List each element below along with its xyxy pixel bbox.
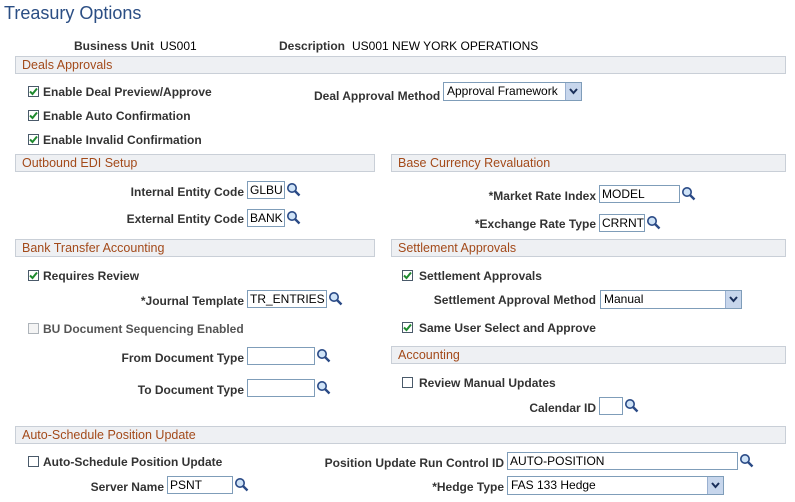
settlement-approval-method-value: Manual <box>604 292 644 306</box>
calendar-id-label: Calendar ID <box>529 401 596 415</box>
chevron-down-icon <box>565 83 581 100</box>
exchange-rate-type-label: *Exchange Rate Type <box>474 217 596 231</box>
auto-schedule-position-checkbox[interactable] <box>28 456 39 467</box>
to-document-type-label: To Document Type <box>137 383 244 397</box>
lookup-search-icon[interactable] <box>316 380 331 395</box>
lookup-search-icon[interactable] <box>646 215 661 230</box>
section-auto-schedule-position: Auto-Schedule Position Update <box>15 426 786 444</box>
same-user-select-approve-label: Same User Select and Approve <box>419 321 596 335</box>
checkmark-icon <box>29 87 38 96</box>
description-value: US001 NEW YORK OPERATIONS <box>352 39 539 53</box>
checkmark-icon <box>29 111 38 120</box>
enable-invalid-confirmation-checkbox[interactable] <box>28 134 39 145</box>
to-document-type-input[interactable] <box>247 379 315 397</box>
lookup-search-icon[interactable] <box>286 210 301 225</box>
lookup-search-icon[interactable] <box>234 477 249 492</box>
section-bank-transfer-accounting: Bank Transfer Accounting <box>15 239 375 257</box>
settlement-approvals-label: Settlement Approvals <box>419 269 542 283</box>
requires-review-checkbox[interactable] <box>28 270 39 281</box>
lookup-search-icon[interactable] <box>739 453 754 468</box>
hedge-type-value: FAS 133 Hedge <box>511 478 596 492</box>
external-entity-code-label: External Entity Code <box>126 212 244 226</box>
journal-template-input[interactable]: TR_ENTRIES <box>247 290 327 308</box>
checkmark-icon <box>403 271 412 280</box>
auto-schedule-position-label: Auto-Schedule Position Update <box>43 455 223 469</box>
internal-entity-code-label: Internal Entity Code <box>130 185 244 199</box>
bu-document-sequencing-checkbox[interactable] <box>28 323 39 334</box>
lookup-search-icon[interactable] <box>681 186 696 201</box>
enable-auto-confirmation-checkbox[interactable] <box>28 110 39 121</box>
external-entity-code-input[interactable]: BANK <box>247 209 285 227</box>
chevron-down-icon <box>725 291 741 308</box>
position-update-run-control-input[interactable]: AUTO-POSITION <box>507 452 738 470</box>
market-rate-index-label: *Market Rate Index <box>488 189 596 203</box>
server-name-input[interactable]: PSNT <box>167 476 233 494</box>
from-document-type-input[interactable] <box>247 347 315 365</box>
lookup-search-icon[interactable] <box>286 182 301 197</box>
hedge-type-select[interactable]: FAS 133 Hedge <box>507 476 724 495</box>
deal-approval-method-select[interactable]: Approval Framework <box>443 82 582 101</box>
same-user-select-approve-checkbox[interactable] <box>402 322 413 333</box>
journal-template-label: *Journal Template <box>140 294 244 308</box>
lookup-search-icon[interactable] <box>328 291 343 306</box>
lookup-search-icon[interactable] <box>316 348 331 363</box>
page-title: Treasury Options <box>4 3 142 23</box>
requires-review-label: Requires Review <box>43 269 140 283</box>
section-accounting: Accounting <box>391 346 786 364</box>
checkmark-icon <box>403 323 412 332</box>
exchange-rate-type-input[interactable]: CRRNT <box>599 214 645 232</box>
enable-invalid-confirmation-label: Enable Invalid Confirmation <box>43 133 202 147</box>
settlement-approvals-checkbox[interactable] <box>402 270 413 281</box>
review-manual-updates-label: Review Manual Updates <box>419 376 556 390</box>
section-outbound-edi: Outbound EDI Setup <box>15 154 375 172</box>
review-manual-updates-checkbox[interactable] <box>402 377 413 388</box>
position-update-run-control-label: Position Update Run Control ID <box>324 456 504 470</box>
settlement-approval-method-select[interactable]: Manual <box>600 290 742 309</box>
market-rate-index-input[interactable]: MODEL <box>599 185 680 203</box>
description-label: Description <box>279 39 346 53</box>
business-unit-label: Business Unit <box>74 39 155 53</box>
deal-approval-method-value: Approval Framework <box>447 84 558 98</box>
enable-deal-preview-label: Enable Deal Preview/Approve <box>43 85 212 99</box>
lookup-search-icon[interactable] <box>624 398 639 413</box>
deal-approval-method-label: Deal Approval Method <box>314 89 441 103</box>
internal-entity-code-input[interactable]: GLBU <box>247 181 285 199</box>
chevron-down-icon <box>707 477 723 494</box>
hedge-type-label: *Hedge Type <box>432 480 504 494</box>
server-name-label: Server Name <box>90 480 164 494</box>
calendar-id-input[interactable] <box>599 397 623 415</box>
enable-auto-confirmation-label: Enable Auto Confirmation <box>43 109 191 123</box>
section-base-currency-revaluation: Base Currency Revaluation <box>391 154 786 172</box>
from-document-type-label: From Document Type <box>121 351 244 365</box>
section-deals-approvals: Deals Approvals <box>15 56 786 74</box>
enable-deal-preview-checkbox[interactable] <box>28 86 39 97</box>
business-unit-value: US001 <box>160 39 197 53</box>
checkmark-icon <box>29 135 38 144</box>
checkmark-icon <box>29 271 38 280</box>
settlement-approval-method-label: Settlement Approval Method <box>433 293 596 307</box>
bu-document-sequencing-label: BU Document Sequencing Enabled <box>43 322 244 336</box>
section-settlement-approvals: Settlement Approvals <box>391 239 786 257</box>
